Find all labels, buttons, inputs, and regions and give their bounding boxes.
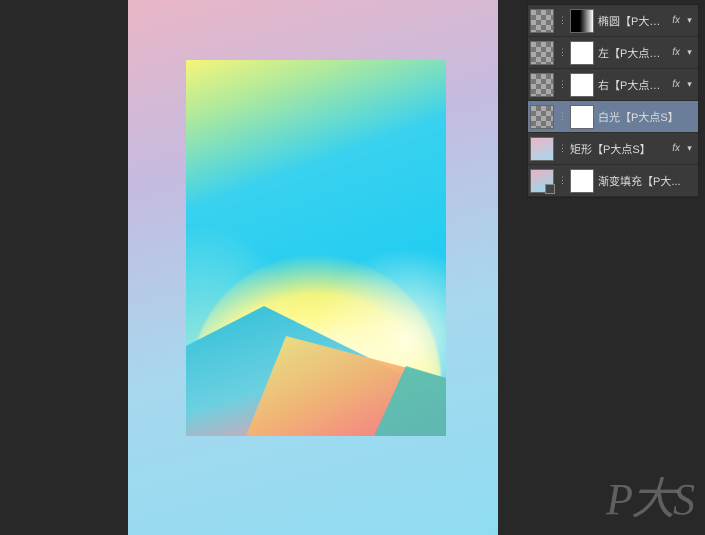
layer-row[interactable]: ⋮ 左【P大点S】 fx ▾ xyxy=(528,37,698,69)
layer-name[interactable]: 矩形【P大点S】 xyxy=(570,141,667,157)
layer-row[interactable]: ⋮ 渐变填充【P大... xyxy=(528,165,698,197)
chevron-down-icon[interactable]: ▾ xyxy=(685,47,694,58)
artboard-background xyxy=(128,0,498,535)
layer-mask-thumbnail[interactable] xyxy=(570,9,594,33)
adjustment-icon xyxy=(545,184,555,194)
link-icon[interactable]: ⋮ xyxy=(558,15,566,26)
link-icon[interactable]: ⋮ xyxy=(558,111,566,122)
link-icon[interactable]: ⋮ xyxy=(558,79,566,90)
chevron-down-icon[interactable]: ▾ xyxy=(685,15,694,26)
layer-thumbnail[interactable] xyxy=(530,105,554,129)
inner-artwork xyxy=(186,60,446,436)
fx-label[interactable]: fx xyxy=(671,143,681,154)
layer-thumbnail[interactable] xyxy=(530,41,554,65)
chevron-down-icon[interactable]: ▾ xyxy=(685,143,694,154)
layer-name[interactable]: 白光【P大点S】 xyxy=(598,109,694,125)
layer-thumbnail[interactable] xyxy=(530,9,554,33)
layer-row[interactable]: ⋮ 白光【P大点S】 xyxy=(528,101,698,133)
link-icon[interactable]: ⋮ xyxy=(558,47,566,58)
layer-mask-thumbnail[interactable] xyxy=(570,105,594,129)
layer-mask-thumbnail[interactable] xyxy=(570,41,594,65)
layer-name[interactable]: 渐变填充【P大... xyxy=(598,173,694,189)
layer-mask-thumbnail[interactable] xyxy=(570,169,594,193)
layer-thumbnail[interactable] xyxy=(530,73,554,97)
layer-name[interactable]: 右【P大点S】 xyxy=(598,77,667,93)
layer-row[interactable]: ⋮ 右【P大点S】 fx ▾ xyxy=(528,69,698,101)
watermark: P大S xyxy=(606,463,693,527)
chevron-down-icon[interactable]: ▾ xyxy=(685,79,694,90)
link-icon[interactable]: ⋮ xyxy=(558,175,566,186)
layer-thumbnail[interactable] xyxy=(530,137,554,161)
layer-name[interactable]: 椭圆【P大点S... xyxy=(598,13,667,29)
link-icon[interactable]: ⋮ xyxy=(558,143,566,154)
fx-label[interactable]: fx xyxy=(671,79,681,90)
layer-row[interactable]: ⋮ 椭圆【P大点S... fx ▾ xyxy=(528,5,698,37)
fx-label[interactable]: fx xyxy=(671,15,681,26)
layers-panel[interactable]: ⋮ 椭圆【P大点S... fx ▾ ⋮ 左【P大点S】 fx ▾ ⋮ 右【P大点S】 fx ▾ ⋮ 白光【… xyxy=(527,4,699,198)
layer-name[interactable]: 左【P大点S】 xyxy=(598,45,667,61)
canvas-area[interactable] xyxy=(128,0,498,535)
mountain-shapes xyxy=(186,306,446,436)
layer-mask-thumbnail[interactable] xyxy=(570,73,594,97)
layer-thumbnail[interactable] xyxy=(530,169,554,193)
fx-label[interactable]: fx xyxy=(671,47,681,58)
layer-row[interactable]: ⋮ 矩形【P大点S】 fx ▾ xyxy=(528,133,698,165)
